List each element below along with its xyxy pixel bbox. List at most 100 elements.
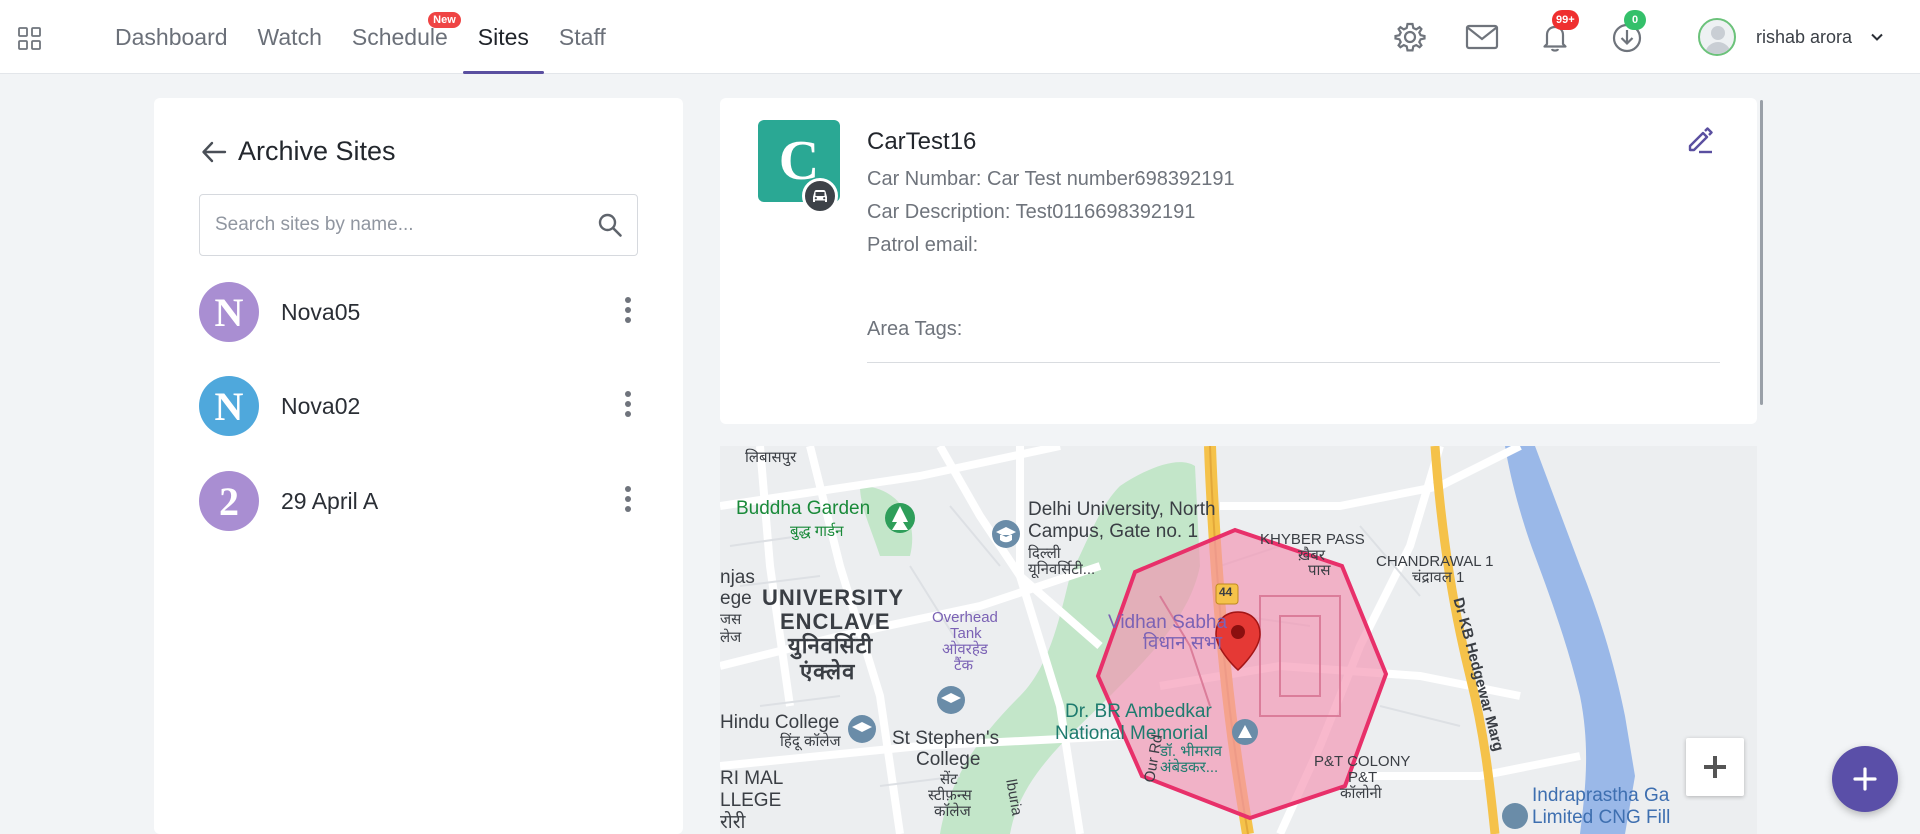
map-label: Delhi University, North (1028, 499, 1216, 520)
site-name: Nova02 (281, 392, 361, 419)
map-label: ege (720, 588, 752, 609)
site-name: 29 April A (281, 487, 379, 514)
more-vertical-icon[interactable] (617, 293, 639, 329)
nav-staff-label: Staff (558, 23, 606, 50)
area-tags-label: Area Tags: (867, 318, 963, 340)
search-box (199, 194, 638, 256)
map-label: एंक्लेव (800, 659, 856, 684)
map-label: ENCLAVE (780, 609, 891, 634)
map-label: बुद्ध गार्डन (790, 523, 844, 540)
patrol-email-text: Patrol email: (867, 234, 979, 256)
map-label: यूनिवर्सिटी... (1028, 561, 1096, 578)
car-description-text: Car Description: Test0116698392191 (867, 201, 1196, 223)
map-label: UNIVERSITY (762, 585, 905, 610)
more-vertical-icon[interactable] (617, 482, 639, 518)
user-menu[interactable]: rishab arora (1698, 18, 1884, 56)
site-avatar: 2 (199, 471, 259, 531)
map-label: रोरी (720, 812, 746, 833)
site-list-item[interactable]: 2 29 April A (199, 470, 639, 532)
map-label: Campus, Gate no. 1 (1028, 521, 1199, 542)
map-label: LLEGE (720, 790, 782, 811)
map-label: चंद्रावल 1 (1412, 569, 1465, 586)
map-label: हिंदू कॉलेज (780, 733, 841, 750)
search-icon[interactable] (597, 212, 623, 238)
panel-title: Archive Sites (238, 136, 396, 166)
map-label: लेज (720, 629, 742, 646)
map-label: अंबेडकर... (1160, 759, 1219, 776)
map-label: सेंट (940, 771, 958, 788)
map-base (720, 446, 1757, 834)
apps-grid-icon[interactable] (18, 27, 42, 51)
nav-sites[interactable]: Sites (462, 0, 545, 74)
user-avatar (1698, 18, 1736, 56)
map-label: स्टीफ़न्स (928, 787, 972, 804)
map-label: RI MAL (720, 768, 784, 789)
map-label: KHYBER PASS (1260, 531, 1365, 548)
plus-icon (1704, 756, 1726, 778)
car-icon (813, 190, 827, 202)
nav-staff[interactable]: Staff (544, 0, 621, 74)
map-label: दिल्ली (1028, 545, 1061, 562)
site-detail-card: C CarTest16 Car Numbar: Car Test number6… (720, 98, 1757, 424)
nav-sites-label: Sites (477, 23, 529, 50)
map-label: Limited CNG Fill (1532, 807, 1671, 828)
map-label: Tank (950, 625, 982, 642)
map-label: St Stephen's (892, 728, 1000, 749)
notifications-button[interactable]: 99+ (1538, 10, 1579, 54)
site-avatar: N (199, 282, 259, 342)
map-label: टैंक (954, 657, 974, 674)
map-label: Dr. BR Ambedkar (1065, 701, 1212, 722)
arrow-back-icon[interactable] (200, 138, 228, 166)
nav-schedule[interactable]: Schedule New (337, 0, 463, 74)
chevron-down-icon (1871, 33, 1883, 41)
panel-header: Archive Sites (200, 136, 396, 167)
nav-dashboard-label: Dashboard (115, 23, 228, 50)
settings-gear-icon[interactable] (1393, 20, 1427, 54)
highway-number: 44 (1219, 585, 1233, 599)
map-label: P&T (1348, 769, 1378, 786)
search-sites-input[interactable] (200, 195, 580, 255)
add-site-fab-button[interactable] (1832, 746, 1898, 812)
car-number-text: Car Numbar: Car Test number698392191 (867, 168, 1235, 190)
map-label: कॉलेज (934, 803, 971, 820)
map-label: डॉ. भीमराव (1160, 743, 1223, 760)
site-map[interactable]: लिबासपुर Buddha Garden बुद्ध गार्डन Delh… (720, 446, 1757, 834)
nav-dashboard[interactable]: Dashboard (100, 0, 243, 74)
new-badge: New (428, 12, 461, 28)
map-label: लिबासपुर (745, 449, 797, 466)
car-type-badge (802, 178, 838, 214)
top-navbar: Dashboard Watch Schedule New Sites Staff… (0, 0, 1920, 74)
more-vertical-icon[interactable] (617, 387, 639, 423)
map-label: CHANDRAWAL 1 (1376, 553, 1494, 570)
map-label: Vidhan Sabha (1108, 612, 1228, 633)
map-label: Overhead (932, 609, 998, 626)
site-name: Nova05 (281, 298, 361, 325)
site-detail-title: CarTest16 (867, 128, 977, 155)
notifications-count-badge: 99+ (1552, 10, 1579, 30)
map-label: P&T COLONY (1314, 753, 1411, 770)
map-label: Buddha Garden (736, 498, 871, 519)
map-label: कॉलोनी (1340, 785, 1382, 802)
card-scrollbar[interactable] (1760, 100, 1763, 405)
mail-icon[interactable] (1465, 20, 1499, 54)
site-list-item[interactable]: N Nova02 (199, 375, 639, 437)
downloads-count-badge: 0 (1624, 10, 1646, 30)
user-name: rishab arora (1756, 26, 1853, 47)
map-label: युनिवर्सिटी (788, 633, 874, 658)
map-label: Indraprastha Ga (1532, 785, 1670, 806)
divider (867, 362, 1720, 363)
edit-pencil-icon[interactable] (1684, 124, 1716, 156)
plus-icon (1853, 767, 1877, 791)
archive-sites-panel: Archive Sites N Nova05 N Nova02 2 29 Apr… (154, 98, 683, 834)
downloads-button[interactable]: 0 (1610, 10, 1646, 54)
nav-watch[interactable]: Watch (243, 0, 337, 74)
map-label: College (916, 749, 981, 770)
site-avatar: N (199, 376, 259, 436)
site-list-item[interactable]: N Nova05 (199, 281, 639, 343)
map-label: njas (720, 567, 755, 588)
map-zoom-in-button[interactable] (1686, 738, 1744, 796)
map-label: विधान सभा (1143, 633, 1223, 654)
main-nav: Dashboard Watch Schedule New Sites Staff (100, 0, 621, 74)
map-label: पास (1308, 562, 1331, 579)
map-label: National Memorial (1055, 723, 1209, 744)
